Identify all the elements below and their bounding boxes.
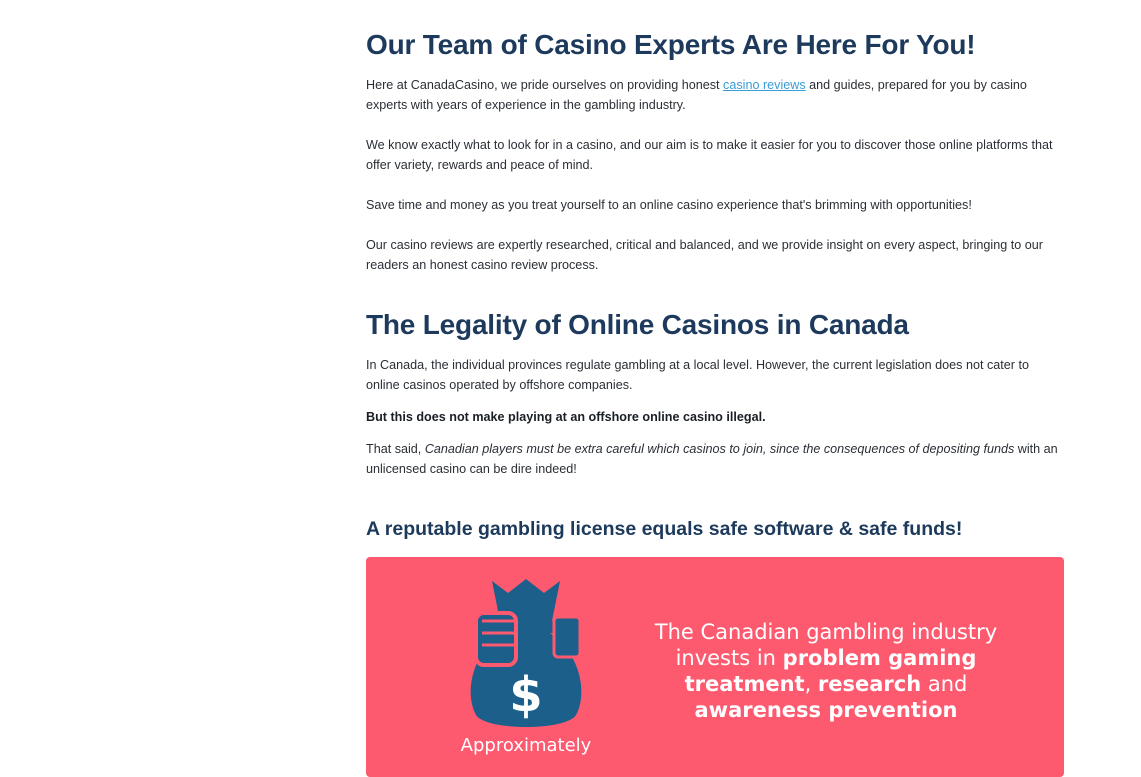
paragraph-aim: We know exactly what to look for in a ca…: [366, 138, 1053, 172]
banner-line-3: treatment, research and: [636, 671, 1016, 697]
paragraph-provinces: In Canada, the individual provinces regu…: [366, 358, 1029, 392]
moneybag-dollar-icon: $: [470, 579, 582, 727]
svg-text:$: $: [509, 667, 542, 723]
invests-text: invests in: [675, 646, 783, 670]
paragraph-save-time: Save time and money as you treat yoursel…: [366, 198, 972, 212]
awareness-text: awareness prevention: [694, 698, 958, 722]
heading-legality: The Legality of Online Casinos in Canada: [366, 309, 909, 340]
paragraph-careful: That said, Canadian players must be extr…: [366, 439, 1066, 479]
heading-team: Our Team of Casino Experts Are Here For …: [366, 29, 976, 60]
casino-reviews-link[interactable]: casino reviews: [723, 78, 806, 92]
treatment-text: treatment: [684, 672, 805, 696]
research-text: research: [817, 672, 922, 696]
careful-text-start: That said,: [366, 442, 425, 456]
comma-text: ,: [804, 672, 818, 696]
and-text: and: [921, 672, 968, 696]
paragraph-not-illegal: But this does not make playing at an off…: [366, 410, 766, 424]
banner-statement: The Canadian gambling industry invests i…: [636, 619, 1016, 723]
paragraph-intro: Here at CanadaCasino, we pride ourselves…: [366, 75, 1066, 115]
intro-text-start: Here at CanadaCasino, we pride ourselves…: [366, 78, 724, 92]
banner-line-1: The Canadian gambling industry: [654, 620, 998, 644]
paragraph-reviews: Our casino reviews are expertly research…: [366, 238, 1043, 272]
approximately-label: Approximately: [460, 735, 592, 756]
gambling-industry-banner: $ Approximately The Canadian gambling in…: [366, 557, 1064, 777]
main-content: Our Team of Casino Experts Are Here For …: [366, 26, 1066, 777]
heading-license: A reputable gambling license equals safe…: [366, 518, 963, 540]
banner-line-4: awareness prevention: [636, 697, 1016, 723]
careful-text-emphasis: Canadian players must be extra careful w…: [424, 442, 1015, 456]
banner-line-2: invests in problem gaming: [636, 645, 1016, 671]
problem-gaming-text: problem gaming: [782, 646, 977, 670]
